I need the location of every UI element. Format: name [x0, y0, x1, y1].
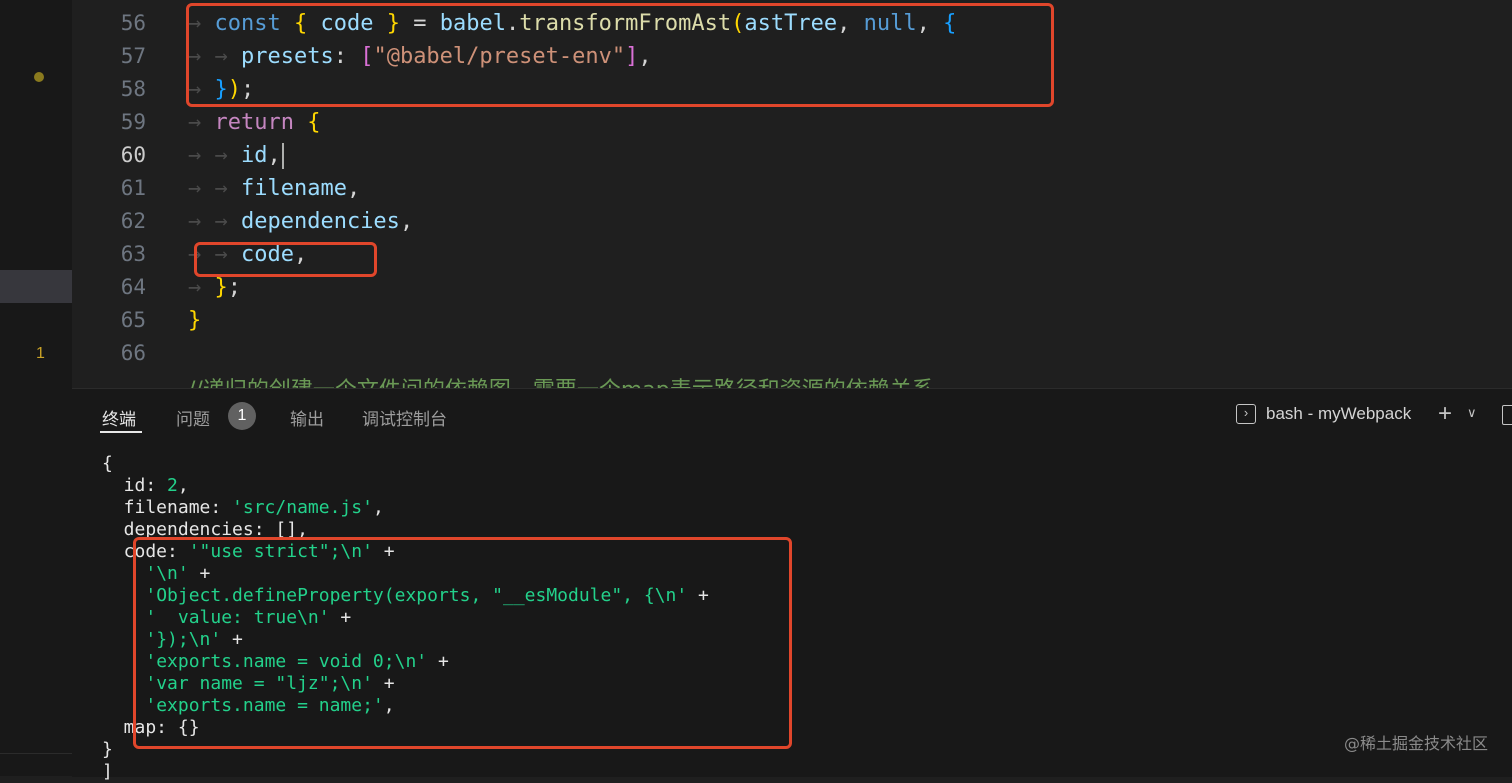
code-line: 60 → → id, [72, 139, 1512, 172]
watermark: @稀土掘金技术社区 [1343, 734, 1488, 753]
code-token: → → [188, 209, 241, 234]
activity-bar [0, 0, 72, 776]
terminal-icon: › [1236, 404, 1256, 424]
bottom-panel: 终端 问题 1 输出 调试控制台 › bash - myWebpack + ∨ … [72, 388, 1512, 782]
code-token: → [188, 110, 215, 135]
tab-active-underline [100, 431, 142, 433]
terminal-line: } [102, 739, 113, 761]
new-terminal-plus-icon[interactable]: + [1438, 401, 1452, 427]
highlight-box-terminal-code [133, 537, 792, 749]
code-token: { [307, 110, 321, 135]
code-text: → → filename, [188, 172, 360, 205]
code-line: 65} [72, 304, 1512, 337]
code-token: id [240, 143, 268, 168]
chevron-down-icon[interactable]: ∨ [1467, 405, 1477, 421]
code-token: } [214, 275, 228, 300]
terminal-token: id: [102, 475, 168, 496]
modified-dot-icon [34, 72, 44, 82]
code-text: } [188, 304, 201, 337]
code-text: → → id, [188, 139, 284, 172]
terminal-line: filename: 'src/name.js', [102, 497, 384, 519]
line-number: 57 [120, 44, 146, 68]
text-cursor [281, 143, 284, 169]
code-editor[interactable]: 56 → const { code } = babel.transformFrom… [72, 0, 1512, 388]
code-token: ; [227, 275, 241, 300]
panel-tabs: 终端 问题 1 输出 调试控制台 › bash - myWebpack + ∨ [72, 389, 1512, 443]
code-line: 62 → → dependencies, [72, 205, 1512, 238]
code-token: , [399, 209, 414, 234]
tab-debug-console[interactable]: 调试控制台 [362, 405, 447, 430]
terminal-token: { [102, 453, 113, 474]
code-line: 61 → → filename, [72, 172, 1512, 205]
problems-count-badge: 1 [228, 402, 256, 430]
line-number: 64 [120, 275, 146, 299]
code-token: , [267, 143, 281, 168]
code-token: return [214, 110, 294, 135]
line-number: 61 [120, 176, 146, 200]
terminal-line: id: 2, [102, 475, 189, 497]
terminal-token: 'src/name.js' [232, 497, 373, 518]
line-number: 60 [120, 143, 146, 167]
code-token: → → [188, 143, 241, 168]
line-number: 56 [120, 11, 146, 35]
line-number: 63 [120, 242, 146, 266]
code-text: → → dependencies, [188, 205, 413, 238]
code-token: → → [188, 176, 241, 201]
code-token: , [346, 176, 361, 201]
activity-badge[interactable]: 1 [36, 345, 45, 363]
terminal-token: , [177, 475, 189, 496]
highlight-box-transform [186, 3, 1054, 107]
active-row-strip [0, 270, 72, 303]
line-number: 65 [120, 308, 146, 332]
terminal-name[interactable]: bash - myWebpack [1266, 404, 1411, 424]
terminal-line: ] [102, 761, 113, 783]
terminal-selector[interactable]: › bash - myWebpack + ∨ [1212, 401, 1512, 431]
line-number: 62 [120, 209, 146, 233]
tab-output[interactable]: 输出 [290, 405, 324, 430]
code-line: 59 → return { [72, 106, 1512, 139]
split-terminal-icon[interactable] [1502, 405, 1512, 425]
terminal-token: ] [102, 761, 113, 782]
highlight-box-code [194, 242, 377, 277]
code-token: } [188, 308, 202, 333]
terminal-token: filename: [102, 497, 233, 518]
terminal-token: 2 [167, 475, 178, 496]
activity-divider [0, 753, 72, 754]
partial-comment: //递归的创建一个文件间的依赖图，需要一个map表示路径和资源的依赖关系 [188, 372, 934, 388]
code-token: filename [240, 176, 347, 201]
code-token: → [188, 275, 215, 300]
line-number: 59 [120, 110, 146, 134]
terminal-token: } [102, 739, 113, 760]
tab-problems[interactable]: 问题 [176, 405, 210, 430]
line-number: 58 [120, 77, 146, 101]
tab-terminal[interactable]: 终端 [102, 405, 136, 430]
terminal-line: { [102, 453, 113, 475]
terminal-token: , [372, 497, 384, 518]
code-token: dependencies [240, 209, 400, 234]
code-text: → return { [188, 106, 320, 139]
